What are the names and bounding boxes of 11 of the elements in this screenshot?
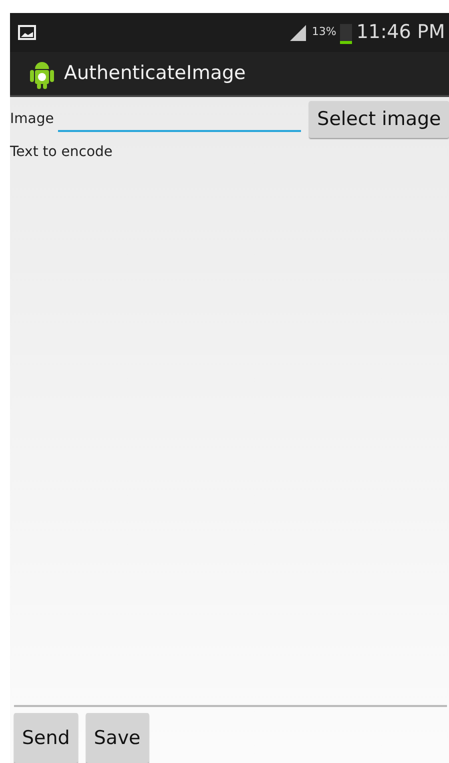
battery-percentage: 13% (312, 24, 336, 40)
battery-icon (340, 22, 352, 44)
select-image-button[interactable]: Select image (309, 101, 449, 138)
signal-icon (288, 24, 308, 40)
image-label: Image (10, 110, 54, 129)
action-button[interactable]: Save (86, 713, 148, 763)
gallery-icon (18, 25, 36, 40)
app-title: AuthenticateImage (64, 61, 246, 86)
action-button[interactable]: Send (14, 713, 78, 763)
text-label: Text to encode (10, 142, 114, 162)
clock: 11:46 PM (356, 20, 445, 46)
